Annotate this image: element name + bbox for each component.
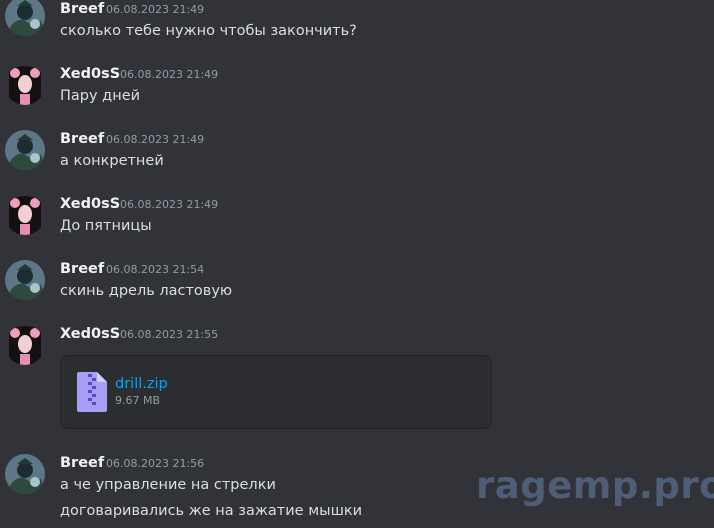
avatar-xed0ss[interactable] bbox=[5, 195, 45, 235]
file-size: 9.67 MB bbox=[115, 394, 161, 407]
file-download-link[interactable]: drill.zip bbox=[115, 375, 168, 393]
watermark: ragemp.pro bbox=[476, 464, 714, 507]
avatar-breef[interactable] bbox=[5, 454, 45, 494]
message-text: скинь дрель ластовую bbox=[60, 283, 233, 299]
message-text: До пятницы bbox=[60, 218, 152, 234]
message-timestamp: 06.08.2023 21:49 bbox=[120, 198, 219, 211]
author-name[interactable]: Breef bbox=[60, 130, 104, 148]
message-text: а конкретней bbox=[60, 153, 164, 169]
avatar-xed0ss[interactable] bbox=[5, 65, 45, 105]
message-text: договаривались же на зажатие мышки bbox=[60, 503, 363, 519]
message-timestamp: 06.08.2023 21:56 bbox=[106, 457, 205, 470]
avatar-breef[interactable] bbox=[5, 0, 45, 36]
chat-messages: Breef 06.08.2023 21:49 сколько тебе нужн… bbox=[0, 0, 714, 528]
author-name[interactable]: Xed0sS bbox=[60, 195, 120, 213]
message-timestamp: 06.08.2023 21:49 bbox=[120, 68, 219, 81]
message-timestamp: 06.08.2023 21:49 bbox=[106, 133, 205, 146]
author-name[interactable]: Breef bbox=[60, 454, 104, 472]
message-timestamp: 06.08.2023 21:55 bbox=[120, 328, 219, 341]
author-name[interactable]: Breef bbox=[60, 260, 104, 278]
message-timestamp: 06.08.2023 21:54 bbox=[106, 263, 205, 276]
author-name[interactable]: Xed0sS bbox=[60, 65, 120, 83]
file-attachment: drill.zip 9.67 MB bbox=[60, 355, 492, 429]
message-timestamp: 06.08.2023 21:49 bbox=[106, 3, 205, 16]
author-name[interactable]: Breef bbox=[60, 0, 104, 18]
message-text: а че управление на стрелки bbox=[60, 477, 276, 493]
zip-file-icon bbox=[77, 372, 107, 416]
message-text: Пару дней bbox=[60, 88, 141, 104]
message-text: сколько тебе нужно чтобы закончить? bbox=[60, 23, 357, 39]
avatar-xed0ss[interactable] bbox=[5, 325, 45, 365]
author-name[interactable]: Xed0sS bbox=[60, 325, 120, 343]
avatar-breef[interactable] bbox=[5, 130, 45, 170]
avatar-breef[interactable] bbox=[5, 260, 45, 300]
